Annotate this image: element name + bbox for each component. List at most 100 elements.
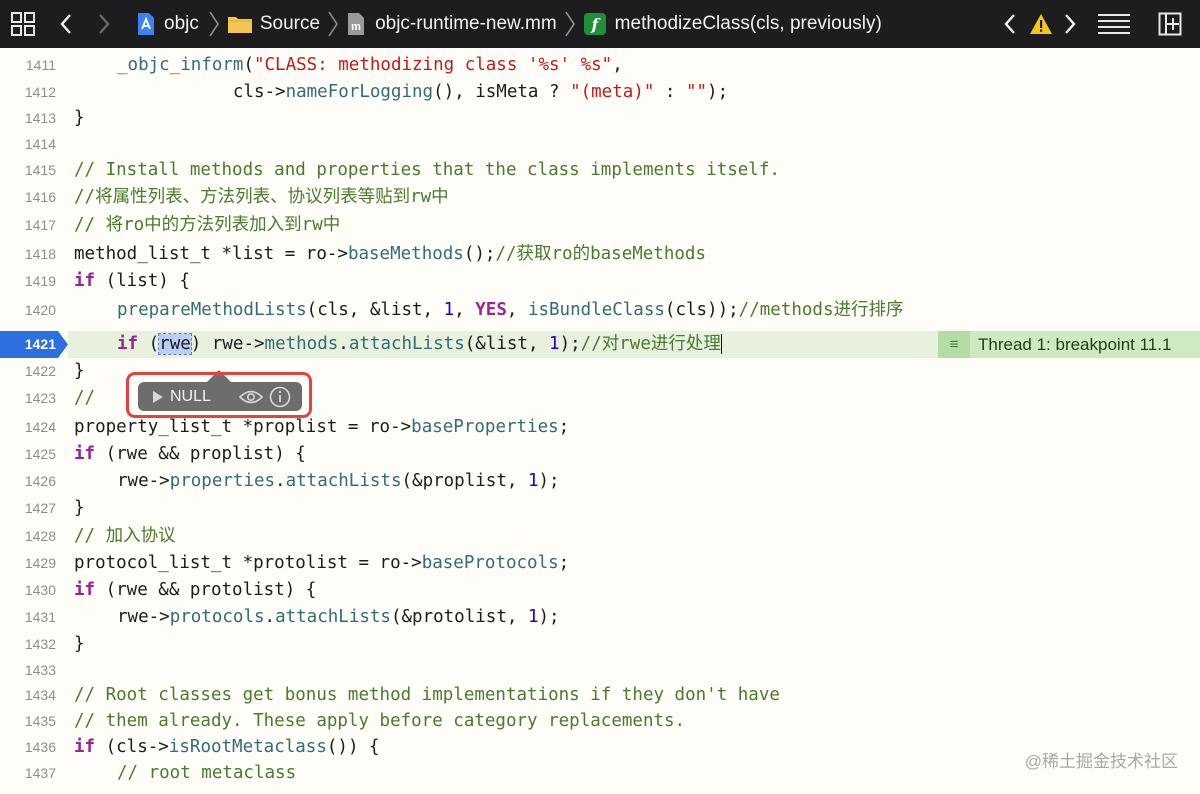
code-token: attachLists bbox=[285, 471, 402, 491]
code-token: methods bbox=[264, 334, 339, 354]
line-number: 1412 bbox=[24, 83, 56, 100]
code-token: _objc_inform bbox=[117, 54, 244, 75]
code-text: if (cls->isRootMetaclass()) { bbox=[74, 734, 380, 761]
inspected-variable[interactable]: rwe bbox=[158, 333, 192, 355]
current-code-line[interactable]: 1421 if (rwe) rwe->methods.attachLists(&l… bbox=[0, 331, 1200, 358]
code-line[interactable]: 1432} bbox=[0, 631, 1200, 658]
breadcrumb-folder[interactable]: Source bbox=[227, 13, 320, 35]
line-number: 1420 bbox=[24, 302, 56, 318]
line-number: 1422 bbox=[24, 363, 56, 379]
line-number: 1418 bbox=[24, 246, 56, 262]
add-editor-icon[interactable] bbox=[1158, 0, 1182, 48]
code-line[interactable]: 1418 method_list_t *list = ro->baseMethod… bbox=[0, 241, 1200, 268]
code-token: (&proplist, bbox=[401, 471, 528, 491]
code-text: property_list_t *proplist = ro->baseProp… bbox=[74, 414, 569, 441]
line-number: 1427 bbox=[24, 500, 56, 516]
code-line[interactable]: 1427} bbox=[0, 495, 1200, 522]
grid-icon[interactable] bbox=[10, 0, 36, 48]
code-token: //对rwe进行处理 bbox=[580, 334, 721, 354]
code-token: ( bbox=[138, 334, 160, 354]
line-number: 1432 bbox=[24, 636, 56, 652]
code-token: "CLASS: methodizing class '%s' %s" bbox=[253, 54, 613, 75]
line-number: 1434 bbox=[24, 687, 56, 703]
chevron-right-icon bbox=[1065, 14, 1076, 34]
breadcrumb-project[interactable]: objc bbox=[136, 12, 199, 36]
next-issue-button[interactable] bbox=[1062, 0, 1078, 48]
line-number: 1437 bbox=[24, 765, 56, 781]
breadcrumb: objc Source m objc-runtime-new.mm f meth… bbox=[136, 0, 882, 48]
code-token: if bbox=[74, 271, 96, 291]
code-text: // them already. These apply before cate… bbox=[74, 708, 685, 735]
breadcrumb-file[interactable]: m objc-runtime-new.mm bbox=[346, 12, 557, 36]
code-token: isBundleClass bbox=[527, 300, 665, 320]
code-token: // them already. These apply before cate… bbox=[74, 711, 686, 731]
code-text: //将属性列表、方法列表、协议列表等贴到rw中 bbox=[74, 184, 449, 211]
line-number: 1431 bbox=[24, 609, 56, 625]
code-text: prepareMethodLists(cls, &list, 1, YES, i… bbox=[74, 297, 904, 324]
code-token: 1 bbox=[443, 300, 455, 320]
code-token: isRootMetaclass bbox=[168, 737, 327, 757]
code-token: (cls, &list, bbox=[306, 300, 444, 320]
code-line[interactable]: 1413} bbox=[0, 105, 1200, 132]
code-line[interactable]: 1434 // Root classes get bonus method imp… bbox=[0, 682, 1200, 709]
code-line[interactable]: 1436 if (cls->isRootMetaclass()) { bbox=[0, 734, 1200, 761]
code-token: 1 bbox=[549, 334, 560, 354]
code-line[interactable]: 1429 protocol_list_t *protolist = ro->bas… bbox=[0, 550, 1200, 577]
code-line[interactable]: 1417 // 将ro中的方法列表加入到rw中 bbox=[0, 212, 1200, 239]
code-token: ); bbox=[538, 471, 560, 491]
code-line[interactable]: 1414 bbox=[0, 131, 1200, 158]
code-line[interactable]: 1435 // them already. These apply before … bbox=[0, 708, 1200, 735]
code-token: method_list_t *list = ro-> bbox=[74, 244, 348, 264]
code-line[interactable]: 1424 property_list_t *proplist = ro->base… bbox=[0, 414, 1200, 441]
line-number: 1414 bbox=[24, 136, 56, 152]
previous-issue-button[interactable] bbox=[1002, 0, 1018, 48]
breadcrumb-separator-icon bbox=[328, 11, 339, 37]
code-line[interactable]: 1412 cls->nameForLogging(), isMeta ? "(m… bbox=[0, 79, 1200, 106]
code-token: ); bbox=[707, 81, 729, 102]
code-token: : bbox=[654, 81, 686, 102]
line-number: 1428 bbox=[24, 528, 56, 544]
code-line[interactable]: 1433 bbox=[0, 657, 1200, 684]
code-token: //获取ro的baseMethods bbox=[495, 244, 706, 264]
code-line[interactable]: 1425 if (rwe && proplist) { bbox=[0, 441, 1200, 468]
breadcrumb-separator-icon bbox=[565, 11, 575, 37]
line-number: 1423 bbox=[24, 390, 56, 406]
code-token: //methods进行排序 bbox=[738, 300, 904, 320]
code-line[interactable]: 1419 if (list) { bbox=[0, 268, 1200, 295]
breadcrumb-symbol[interactable]: f methodizeClass(cls, previously) bbox=[583, 12, 882, 36]
code-text: // 将ro中的方法列表加入到rw中 bbox=[74, 212, 340, 239]
line-number: 1415 bbox=[24, 162, 56, 178]
code-line[interactable]: 1431 rwe->protocols.attachLists(&protolis… bbox=[0, 604, 1200, 631]
line-number: 1424 bbox=[24, 419, 56, 435]
line-number: 1429 bbox=[24, 555, 56, 571]
line-number: 1436 bbox=[24, 739, 56, 755]
code-token: ); bbox=[538, 607, 560, 627]
code-token: // bbox=[74, 388, 96, 408]
warning-icon[interactable] bbox=[1029, 0, 1053, 48]
code-token: } bbox=[74, 108, 85, 128]
code-line[interactable]: 1426 rwe->properties.attachLists(&proplis… bbox=[0, 468, 1200, 495]
forward-button[interactable] bbox=[96, 0, 112, 48]
code-token: . bbox=[275, 471, 286, 491]
line-number: 1425 bbox=[24, 446, 56, 462]
code-line[interactable]: 1428 // 加入协议 bbox=[0, 523, 1200, 550]
code-token: // root metaclass bbox=[117, 763, 297, 783]
code-line[interactable]: 1416 //将属性列表、方法列表、协议列表等贴到rw中 bbox=[0, 184, 1200, 211]
code-token: if bbox=[74, 580, 96, 600]
code-text: } bbox=[74, 495, 85, 522]
code-line[interactable]: 1437 // root metaclass bbox=[0, 760, 1200, 787]
thread-breakpoint-badge[interactable]: ≡ Thread 1: breakpoint 11.1 bbox=[938, 331, 1200, 358]
code-editor[interactable]: 1411 _objc_inform("CLASS: methodizing cla… bbox=[0, 48, 1200, 794]
code-line[interactable]: 1420 prepareMethodLists(cls, &list, 1, YE… bbox=[0, 297, 1200, 324]
code-token: // Install methods and properties that t… bbox=[74, 160, 780, 180]
code-line[interactable]: 1415 // Install methods and properties th… bbox=[0, 157, 1200, 184]
watermark: @稀土掘金技术社区 bbox=[1024, 752, 1178, 771]
code-token: , bbox=[454, 300, 476, 320]
code-token: // 将ro中的方法列表加入到rw中 bbox=[74, 215, 341, 235]
code-line[interactable]: 1411 _objc_inform("CLASS: methodizing cla… bbox=[0, 52, 1200, 79]
code-text: _objc_inform("CLASS: methodizing class '… bbox=[74, 52, 623, 79]
lines-icon[interactable] bbox=[1097, 0, 1131, 48]
code-line[interactable]: 1430 if (rwe && protolist) { bbox=[0, 577, 1200, 604]
back-button[interactable] bbox=[58, 0, 74, 48]
code-token: protocols bbox=[169, 607, 265, 627]
